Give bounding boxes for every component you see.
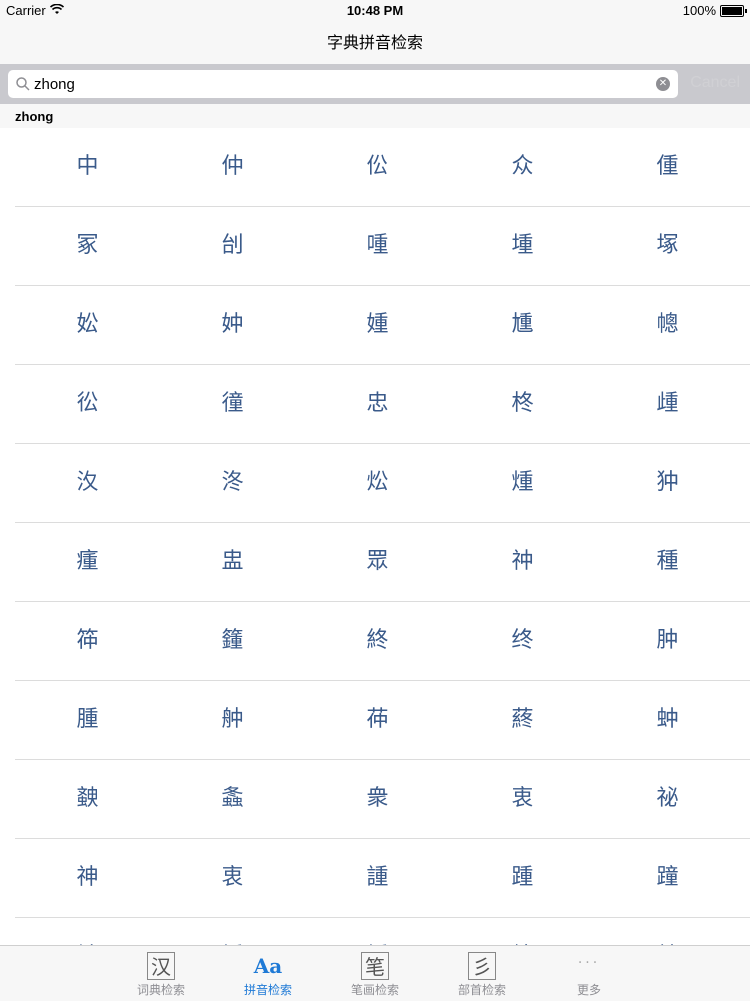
character-row: 妐妕媑尰幒 <box>15 286 750 365</box>
tab-label: 笔画检索 <box>350 983 399 997</box>
tab-strokes[interactable]: 笔笔画检索 <box>321 946 429 1001</box>
character-cell[interactable]: 幒 <box>595 286 740 364</box>
search-bar: ✕ Cancel <box>0 64 750 104</box>
battery-percent: 100% <box>682 3 716 18</box>
character-cell[interactable]: 煄 <box>450 444 595 522</box>
character-cell[interactable]: 锺 <box>160 918 305 945</box>
character-cell[interactable]: 妐 <box>15 286 160 364</box>
character-cell[interactable]: 媑 <box>305 286 450 364</box>
battery-fill <box>722 6 742 15</box>
character-row: 汷泈炂煄狆 <box>15 444 750 523</box>
character-cell[interactable]: 众 <box>450 128 595 206</box>
character-cell[interactable]: 偅 <box>595 128 740 206</box>
stroke-icon: 笔 <box>361 952 389 980</box>
clear-search-icon[interactable]: ✕ <box>656 77 670 91</box>
character-cell[interactable]: 忠 <box>305 365 450 443</box>
character-cell[interactable]: 鐘 <box>450 918 595 945</box>
character-cell[interactable]: 諥 <box>305 839 450 917</box>
character-cell[interactable]: 籦 <box>160 602 305 680</box>
status-right: 100% <box>682 3 747 18</box>
navigation-bar: 字典拼音检索 <box>0 22 750 64</box>
character-cell[interactable]: 筗 <box>15 602 160 680</box>
character-cell[interactable]: 衷 <box>450 760 595 838</box>
character-cell[interactable]: 蹱 <box>595 839 740 917</box>
character-cell[interactable]: 祕 <box>595 760 740 838</box>
status-bar: Carrier 10:48 PM 100% <box>0 0 750 22</box>
character-cell[interactable]: 妕 <box>160 286 305 364</box>
character-cell[interactable]: 種 <box>595 523 740 601</box>
character-cell[interactable]: 盅 <box>160 523 305 601</box>
character-cell[interactable]: 炂 <box>305 444 450 522</box>
character-cell[interactable]: 喠 <box>305 207 450 285</box>
cancel-button[interactable]: Cancel <box>690 74 740 92</box>
character-cell[interactable]: 舯 <box>160 681 305 759</box>
character-cell[interactable]: 泈 <box>160 444 305 522</box>
tab-more[interactable]: ··· 更多 <box>535 946 643 1001</box>
character-cell[interactable]: 蚛 <box>595 681 740 759</box>
character-cell[interactable]: 衆 <box>305 760 450 838</box>
character-cell[interactable]: 終 <box>305 602 450 680</box>
tab-dictionary[interactable]: 汉词典检索 <box>107 946 215 1001</box>
character-cell[interactable]: 冢 <box>15 207 160 285</box>
character-cell[interactable]: 徸 <box>160 365 305 443</box>
character-cell[interactable]: 祌 <box>450 523 595 601</box>
character-cell[interactable]: 塚 <box>595 207 740 285</box>
han-icon: 汉 <box>147 952 175 980</box>
character-cell[interactable]: 堹 <box>450 207 595 285</box>
character-row: 彸徸忠柊歱 <box>15 365 750 444</box>
character-cell[interactable]: 仲 <box>160 128 305 206</box>
character-row: 筗籦終终肿 <box>15 602 750 681</box>
battery-icon <box>720 4 747 17</box>
character-cell[interactable]: 中 <box>15 128 160 206</box>
page-title: 字典拼音检索 <box>326 33 423 52</box>
radical-icon: 彡 <box>468 952 496 980</box>
character-row: 腫舯茽蔠蚛 <box>15 681 750 760</box>
character-row: 螤螽衆衷祕 <box>15 760 750 839</box>
search-icon <box>15 76 31 92</box>
character-row: 冢刣喠堹塚 <box>15 207 750 286</box>
character-cell[interactable]: 衷 <box>160 839 305 917</box>
character-cell[interactable]: 腫 <box>15 681 160 759</box>
character-cell[interactable]: 神 <box>15 839 160 917</box>
character-cell[interactable]: 锺 <box>305 918 450 945</box>
character-cell[interactable]: 肿 <box>595 602 740 680</box>
character-cell[interactable]: 汷 <box>15 444 160 522</box>
character-cell[interactable]: 狆 <box>595 444 740 522</box>
character-cell[interactable]: 终 <box>450 602 595 680</box>
pinyin-aa-icon: Aa <box>253 954 283 978</box>
character-cell[interactable]: 螤 <box>15 760 160 838</box>
character-grid: 中仲伀众偅冢刣喠堹塚妐妕媑尰幒彸徸忠柊歱汷泈炂煄狆瘇盅眾祌種筗籦終终肿腫舯茽蔠蚛… <box>0 128 750 945</box>
character-cell[interactable]: 钟 <box>15 918 160 945</box>
tab-radicals[interactable]: 彡部首检索 <box>428 946 536 1001</box>
tab-bar: 汉词典检索 Aa 拼音检索笔笔画检索彡部首检索 ··· 更多 <box>0 945 750 1001</box>
character-cell[interactable]: 眾 <box>305 523 450 601</box>
section-header: zhong <box>0 104 750 128</box>
section-title: zhong <box>15 109 54 124</box>
tab-label: 更多 <box>576 983 601 997</box>
tab-label: 拼音检索 <box>243 983 292 997</box>
character-cell[interactable]: 歱 <box>595 365 740 443</box>
character-cell[interactable]: 茽 <box>305 681 450 759</box>
tab-pinyin[interactable]: Aa 拼音检索 <box>214 946 322 1001</box>
tab-label: 部首检索 <box>457 983 506 997</box>
character-cell[interactable]: 鈡 <box>595 918 740 945</box>
character-row: 钟锺锺鐘鈡 <box>15 918 750 945</box>
search-input[interactable] <box>34 74 654 94</box>
character-row: 中仲伀众偅 <box>15 128 750 207</box>
character-cell[interactable]: 刣 <box>160 207 305 285</box>
character-cell[interactable]: 伀 <box>305 128 450 206</box>
character-cell[interactable]: 柊 <box>450 365 595 443</box>
character-cell[interactable]: 瘇 <box>15 523 160 601</box>
character-cell[interactable]: 踵 <box>450 839 595 917</box>
more-dots-icon: ··· <box>577 955 601 971</box>
character-cell[interactable]: 尰 <box>450 286 595 364</box>
character-row: 瘇盅眾祌種 <box>15 523 750 602</box>
character-cell[interactable]: 螽 <box>160 760 305 838</box>
character-cell[interactable]: 彸 <box>15 365 160 443</box>
search-field[interactable]: ✕ <box>8 70 678 98</box>
status-time: 10:48 PM <box>346 3 404 18</box>
character-cell[interactable]: 蔠 <box>450 681 595 759</box>
tab-label: 词典检索 <box>136 983 185 997</box>
character-row: 神衷諥踵蹱 <box>15 839 750 918</box>
